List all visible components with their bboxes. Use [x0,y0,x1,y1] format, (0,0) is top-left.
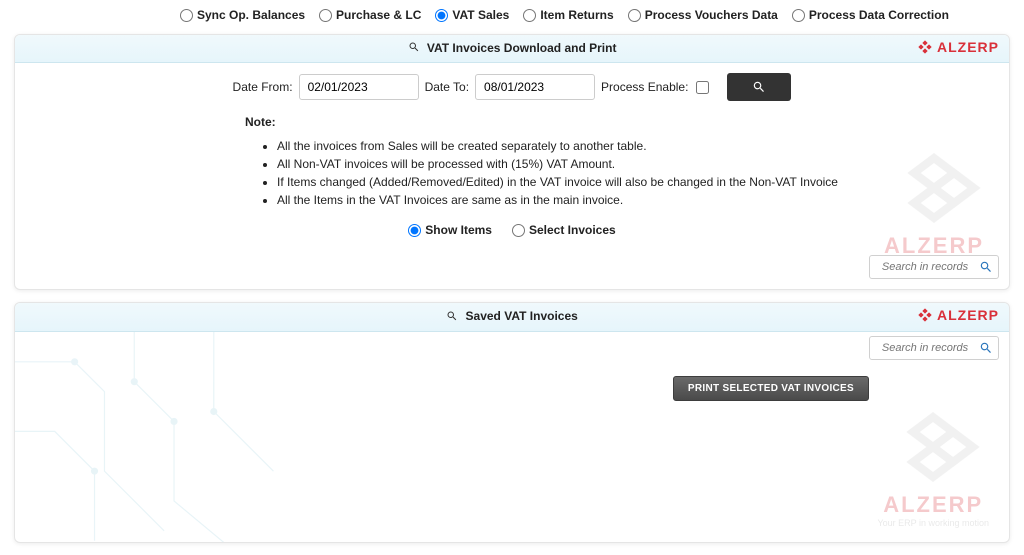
radio-vouchers-label: Process Vouchers Data [645,8,778,22]
note-item: If Items changed (Added/Removed/Edited) … [277,173,969,191]
radio-purchase[interactable]: Purchase & LC [319,8,421,22]
panel-title: Saved VAT Invoices [466,309,578,323]
date-to-label: Date To: [425,80,469,94]
notes-heading: Note: [245,115,969,129]
radio-select-invoices-label: Select Invoices [529,223,616,237]
brand-logo: ALZERP [917,307,999,323]
brand-text: ALZERP [937,307,999,323]
panel-vat-download: VAT Invoices Download and Print ALZERP D… [14,34,1010,290]
panel-header-saved: Saved VAT Invoices ALZERP [15,303,1009,331]
date-from-input[interactable] [299,74,419,100]
search-button[interactable] [727,73,791,101]
note-item: All the invoices from Sales will be crea… [277,137,969,155]
search-icon [752,80,766,94]
search-icon [979,341,993,355]
radio-item-returns[interactable]: Item Returns [523,8,613,22]
print-selected-button[interactable]: PRINT SELECTED VAT INVOICES [673,376,869,401]
magnify-icon [446,311,461,325]
date-to-input[interactable] [475,74,595,100]
radio-vat-sales-label: VAT Sales [452,8,509,22]
radio-correction[interactable]: Process Data Correction [792,8,949,22]
panel-title: VAT Invoices Download and Print [427,41,617,55]
radio-item-returns-label: Item Returns [540,8,613,22]
watermark-sub: Your ERP in working motion [877,518,989,528]
note-item: All the Items in the VAT Invoices are sa… [277,191,969,209]
process-enable-checkbox[interactable] [696,81,709,94]
display-mode-radios: Show Items Select Invoices [15,219,1009,251]
radio-purchase-label: Purchase & LC [336,8,421,22]
magnify-icon [408,42,423,56]
radio-sync-label: Sync Op. Balances [197,8,305,22]
radio-correction-label: Process Data Correction [809,8,949,22]
date-from-label: Date From: [233,80,293,94]
record-search-row [15,332,1009,370]
top-mode-radios: Sync Op. Balances Purchase & LC VAT Sale… [0,0,1024,30]
panel-header-vat-download: VAT Invoices Download and Print ALZERP [15,35,1009,63]
process-enable-label: Process Enable: [601,80,688,94]
search-icon [979,260,993,274]
radio-show-items[interactable]: Show Items [408,223,492,237]
radio-sync[interactable]: Sync Op. Balances [180,8,305,22]
watermark-logo: ALZERP Your ERP in working motion [877,412,989,528]
record-search-row [15,251,1009,289]
brand-text: ALZERP [937,39,999,55]
notes-list: All the invoices from Sales will be crea… [277,137,969,209]
brand-logo: ALZERP [917,39,999,55]
radio-select-invoices[interactable]: Select Invoices [512,223,616,237]
print-row: PRINT SELECTED VAT INVOICES [15,370,1009,401]
notes-block: Note: All the invoices from Sales will b… [15,111,1009,219]
radio-vat-sales[interactable]: VAT Sales [435,8,509,22]
note-item: All Non-VAT invoices will be processed w… [277,155,969,173]
radio-show-items-label: Show Items [425,223,492,237]
filter-row: Date From: Date To: Process Enable: [15,63,1009,111]
panel-saved-invoices: Saved VAT Invoices ALZERP [14,302,1010,542]
panel-body-saved: PRINT SELECTED VAT INVOICES ALZERP Your … [15,332,1009,542]
radio-vouchers[interactable]: Process Vouchers Data [628,8,778,22]
